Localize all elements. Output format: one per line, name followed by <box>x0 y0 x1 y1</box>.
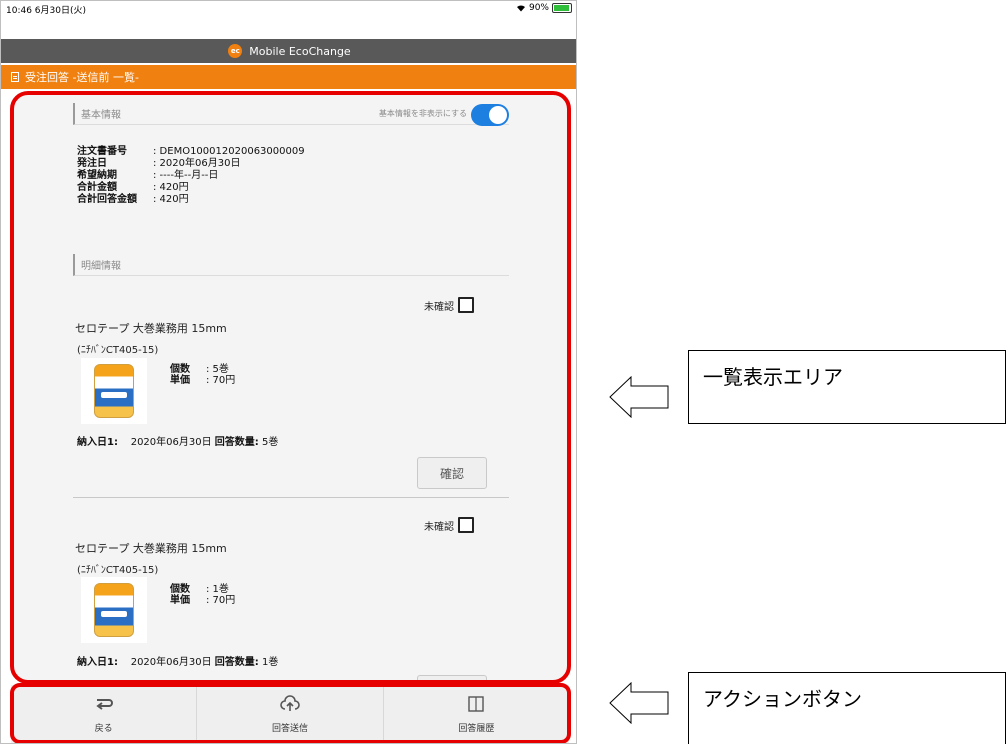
answer-qty: 5巻 <box>261 437 279 448</box>
info-key: 注文書番号 <box>77 146 127 157</box>
info-key: 希望納期 <box>77 170 117 181</box>
status-bar: 10:46 6月30日(火) 90% <box>1 1 576 17</box>
send-answer-label: 回答送信 <box>271 723 308 734</box>
price-key: 単価 <box>170 375 190 386</box>
action-buttons-callout: アクションボタン <box>688 672 1006 744</box>
info-value: : 420円 <box>153 182 189 193</box>
product-image <box>81 577 147 643</box>
price-value: : 70円 <box>206 595 236 606</box>
qty-value: : 5巻 <box>206 364 229 375</box>
tape-roll-icon <box>94 583 134 637</box>
qty-value: : 1巻 <box>206 584 229 595</box>
action-bar: 戻る 回答送信 回答履歴 <box>11 685 569 743</box>
return-arrow-icon <box>95 698 113 710</box>
details-header: 明細情報 <box>73 254 509 276</box>
list-area-callout: 一覧表示エリア <box>688 350 1006 424</box>
page-title-bar: 受注回答 -送信前 一覧- <box>1 65 576 89</box>
app-header: ec Mobile EcoChange <box>1 39 576 63</box>
tape-roll-icon <box>94 364 134 418</box>
wifi-icon <box>516 5 525 12</box>
info-value: : 2020年06月30日 <box>153 158 241 169</box>
status-right: 90% <box>516 3 572 13</box>
item-code: (ﾆﾁﾊﾞﾝCT405-15) <box>77 565 159 576</box>
battery-icon <box>552 3 572 13</box>
item-quantity-info: 個数 : 5巻 単価 : 70円 <box>170 364 235 386</box>
hide-basic-info-toggle[interactable] <box>471 104 509 126</box>
book-icon <box>468 695 485 712</box>
cloud-upload-icon <box>280 694 300 711</box>
hide-basic-info-label: 基本情報を非表示にする <box>378 109 467 118</box>
qty-row: 個数 : 5巻 <box>170 364 235 375</box>
delivery-date: 2020年06月30日 <box>130 437 212 448</box>
page-title: 受注回答 -送信前 一覧- <box>25 71 139 84</box>
app-logo-icon: ec <box>228 44 243 58</box>
answer-history-label: 回答履歴 <box>458 723 495 734</box>
qty-key: 個数 <box>170 584 190 595</box>
delivery-date: 2020年06月30日 <box>130 657 212 668</box>
info-value: : DEMO100012020063000009 <box>153 146 305 157</box>
qty-row: 個数 : 1巻 <box>170 584 235 595</box>
delivery-label: 納入日1: <box>77 437 118 448</box>
confirm-checkbox[interactable] <box>458 517 474 533</box>
item-status[interactable]: 未確認 <box>424 297 474 313</box>
item-name: セロテープ 大巻業務用 15mm <box>75 322 227 335</box>
item-quantity-info: 個数 : 1巻 単価 : 70円 <box>170 584 235 606</box>
basic-info-header: 基本情報 基本情報を非表示にする <box>73 103 509 126</box>
details-title: 明細情報 <box>81 261 121 272</box>
price-row: 単価 : 70円 <box>170 375 235 386</box>
info-row-order-number: 注文書番号 : DEMO100012020063000009 <box>77 146 305 158</box>
figure-root: 10:46 6月30日(火) 90% ec Mobile EcoChange 受… <box>0 0 1006 744</box>
send-answer-button[interactable]: 回答送信 <box>196 685 382 743</box>
left-arrow-icon <box>609 682 669 724</box>
price-row: 単価 : 70円 <box>170 595 235 606</box>
basic-info-title: 基本情報 <box>81 110 121 121</box>
app-title: Mobile EcoChange <box>249 44 351 58</box>
info-row-total-answer-amount: 合計回答金額 : 420円 <box>77 194 305 206</box>
item-name: セロテープ 大巻業務用 15mm <box>75 542 227 555</box>
left-arrow-icon <box>609 376 669 418</box>
delivery-info: 納入日1: 2020年06月30日 回答数量: 1巻 <box>77 653 278 668</box>
delivery-info: 納入日1: 2020年06月30日 回答数量: 5巻 <box>77 433 278 448</box>
battery-percent: 90% <box>528 3 549 13</box>
answer-qty-label: 回答数量: <box>214 657 259 668</box>
info-row-total-amount: 合計金額 : 420円 <box>77 182 305 194</box>
list-display-area[interactable]: 基本情報 基本情報を非表示にする 注文書番号 : DEMO10001202006… <box>11 93 569 681</box>
info-value: : ----年--月--日 <box>153 170 219 181</box>
info-row-desired-delivery: 希望納期 : ----年--月--日 <box>77 170 305 182</box>
price-key: 単価 <box>170 595 190 606</box>
item-divider <box>73 497 509 498</box>
confirm-checkbox[interactable] <box>458 297 474 313</box>
qty-key: 個数 <box>170 364 190 375</box>
confirm-button[interactable]: 確認 <box>417 457 487 489</box>
info-value: : 420円 <box>153 194 189 205</box>
tablet-screen: 10:46 6月30日(火) 90% ec Mobile EcoChange 受… <box>0 0 577 744</box>
confirm-button[interactable]: 確認 <box>417 675 487 681</box>
back-label: 戻る <box>94 723 113 734</box>
back-button[interactable]: 戻る <box>11 685 196 743</box>
status-time: 10:46 6月30日(火) <box>6 6 86 16</box>
info-row-order-date: 発注日 : 2020年06月30日 <box>77 158 305 170</box>
info-key: 合計回答金額 <box>77 194 137 205</box>
price-value: : 70円 <box>206 375 236 386</box>
item-status[interactable]: 未確認 <box>424 517 474 533</box>
answer-qty: 1巻 <box>261 657 279 668</box>
item-status-label: 未確認 <box>424 301 454 313</box>
product-image <box>81 358 147 424</box>
item-status-label: 未確認 <box>424 521 454 533</box>
item-code: (ﾆﾁﾊﾞﾝCT405-15) <box>77 345 159 356</box>
basic-info-list: 注文書番号 : DEMO100012020063000009 発注日 : 202… <box>77 146 305 206</box>
answer-history-button[interactable]: 回答履歴 <box>382 685 569 743</box>
document-icon <box>11 72 19 82</box>
info-key: 合計金額 <box>77 182 117 193</box>
delivery-label: 納入日1: <box>77 657 118 668</box>
answer-qty-label: 回答数量: <box>214 437 259 448</box>
info-key: 発注日 <box>77 158 107 169</box>
